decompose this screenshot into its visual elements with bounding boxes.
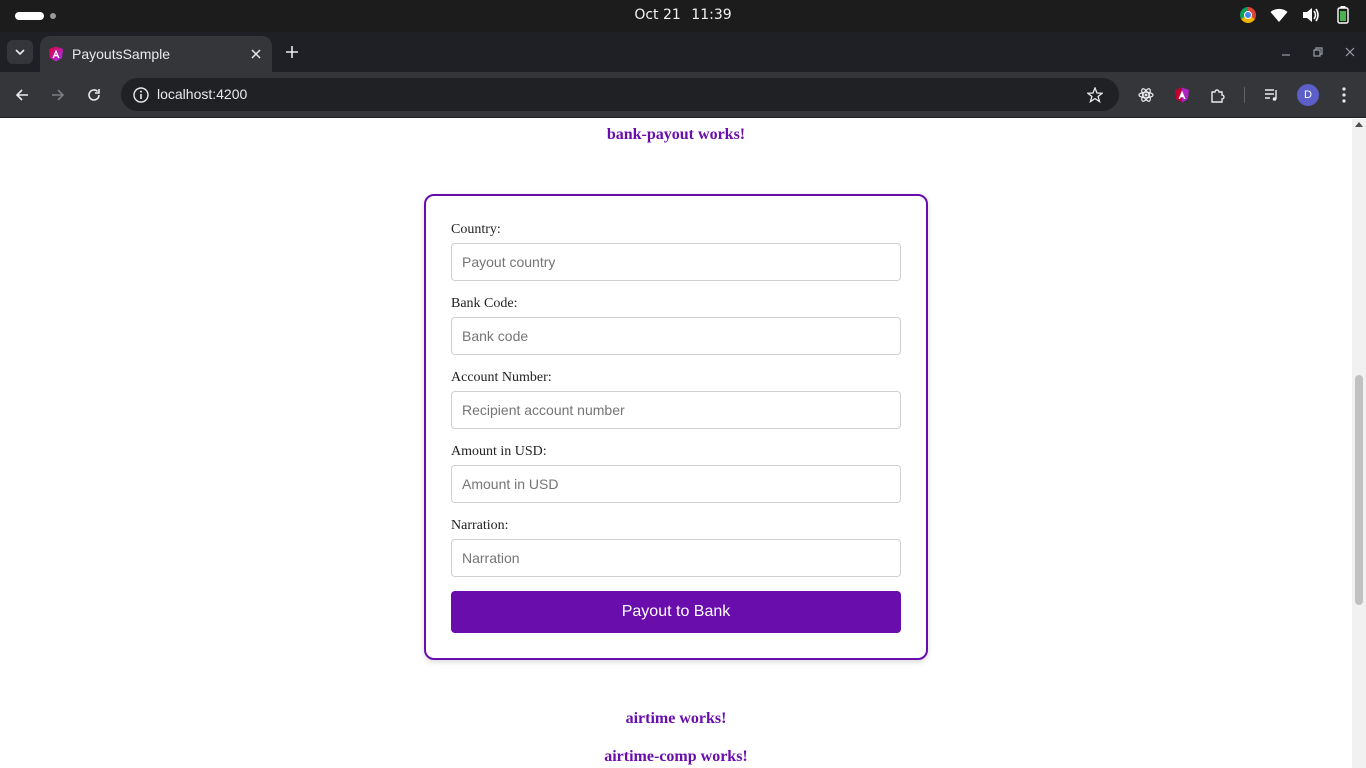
amount-input[interactable] <box>451 465 901 503</box>
account-number-label: Account Number: <box>451 370 552 385</box>
address-bar[interactable]: localhost:4200 <box>121 78 1119 111</box>
close-icon <box>1345 47 1355 57</box>
media-controls-button[interactable] <box>1260 83 1284 107</box>
payout-to-bank-button[interactable]: Payout to Bank <box>451 591 901 633</box>
wifi-icon[interactable] <box>1270 6 1288 24</box>
country-input[interactable] <box>451 243 901 281</box>
os-clock[interactable]: Oct 21 11:39 <box>0 7 1366 23</box>
arrow-left-icon <box>15 89 28 101</box>
scrollbar-thumb[interactable] <box>1355 375 1363 605</box>
chevron-down-icon <box>15 49 25 55</box>
reload-button[interactable] <box>82 83 106 107</box>
bank-code-label: Bank Code: <box>451 296 518 311</box>
volume-icon[interactable] <box>1302 6 1320 24</box>
page-scrollbar[interactable] <box>1352 119 1366 768</box>
os-time: 11:39 <box>691 7 732 23</box>
bank-payout-form: Country: Bank Code: Account Number: Amou… <box>424 194 928 660</box>
tab-title: PayoutsSample <box>72 46 171 62</box>
country-label: Country: <box>451 222 501 237</box>
airtime-heading: airtime works! <box>625 710 727 727</box>
scroll-up-arrow-icon[interactable] <box>1355 122 1363 127</box>
forward-button[interactable] <box>46 83 70 107</box>
playlist-icon <box>1265 89 1277 101</box>
amount-label: Amount in USD: <box>451 444 547 459</box>
site-info-button[interactable] <box>129 83 153 107</box>
narration-label: Narration: <box>451 518 509 533</box>
profile-avatar[interactable]: D <box>1297 84 1319 106</box>
arrow-right-icon <box>52 89 65 101</box>
reload-icon <box>88 89 100 101</box>
account-number-input[interactable] <box>451 391 901 429</box>
plus-icon <box>286 46 298 58</box>
react-devtools-button[interactable] <box>1134 83 1158 107</box>
close-icon <box>251 49 261 59</box>
react-icon <box>1138 88 1154 102</box>
extensions-button[interactable] <box>1206 83 1230 107</box>
bank-code-input[interactable] <box>451 317 901 355</box>
angular-favicon-icon <box>49 46 63 62</box>
info-icon <box>133 87 149 103</box>
tab-close-button[interactable] <box>244 42 268 66</box>
more-vertical-icon <box>1342 87 1346 103</box>
browser-tab[interactable]: PayoutsSample <box>40 36 272 72</box>
angular-icon <box>1175 87 1189 103</box>
tab-strip: PayoutsSample <box>0 32 1366 72</box>
back-button[interactable] <box>10 83 34 107</box>
chrome-menu-button[interactable] <box>1332 83 1356 107</box>
angular-devtools-button[interactable] <box>1170 83 1194 107</box>
close-window-button[interactable] <box>1334 40 1366 64</box>
tab-search-button[interactable] <box>7 40 33 64</box>
os-date: Oct 21 <box>634 7 681 23</box>
bookmark-button[interactable] <box>1083 83 1107 107</box>
restore-icon <box>1313 47 1323 57</box>
toolbar-separator <box>1244 87 1245 103</box>
bank-payout-heading: bank-payout works! <box>606 126 746 143</box>
url-text[interactable]: localhost:4200 <box>157 86 247 102</box>
puzzle-icon <box>1211 89 1225 103</box>
restore-button[interactable] <box>1302 40 1334 64</box>
browser-toolbar: localhost:4200 <box>0 72 1366 118</box>
minimize-icon <box>1282 54 1290 56</box>
system-tray[interactable] <box>1240 6 1352 24</box>
new-tab-button[interactable] <box>280 40 304 64</box>
page-viewport: bank-payout works! Country: Bank Code: A… <box>0 119 1352 768</box>
narration-input[interactable] <box>451 539 901 577</box>
airtime-comp-heading: airtime-comp works! <box>604 748 748 765</box>
minimize-button[interactable] <box>1270 40 1302 64</box>
chrome-icon[interactable] <box>1240 7 1256 23</box>
window-controls <box>1270 40 1366 64</box>
star-icon <box>1087 87 1103 103</box>
battery-icon[interactable] <box>1334 6 1352 24</box>
os-top-bar: Oct 21 11:39 <box>0 0 1366 32</box>
